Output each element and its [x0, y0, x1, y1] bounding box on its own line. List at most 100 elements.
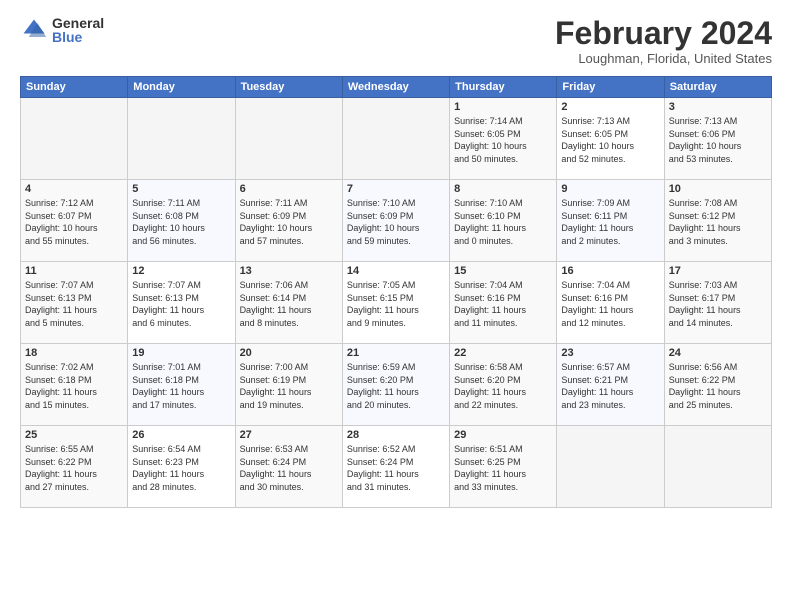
day-number: 2	[561, 101, 659, 113]
day-cell	[342, 98, 449, 180]
day-number: 29	[454, 429, 552, 441]
day-info: Sunrise: 6:57 AM Sunset: 6:21 PM Dayligh…	[561, 361, 659, 411]
day-cell: 7Sunrise: 7:10 AM Sunset: 6:09 PM Daylig…	[342, 180, 449, 262]
day-number: 28	[347, 429, 445, 441]
day-cell: 4 Sunrise: 7:12 AM Sunset: 6:07 PM Daylig…	[21, 180, 128, 262]
day-number: 21	[347, 347, 445, 359]
logo-blue: Blue	[52, 30, 104, 44]
day-info: Sunrise: 6:52 AM Sunset: 6:24 PM Dayligh…	[347, 443, 445, 493]
day-info: Sunrise: 7:04 AM Sunset: 6:16 PM Dayligh…	[561, 279, 659, 329]
calendar-table: SundayMondayTuesdayWednesdayThursdayFrid…	[20, 76, 772, 508]
day-cell: 12Sunrise: 7:07 AM Sunset: 6:13 PM Dayli…	[128, 262, 235, 344]
day-info: Sunrise: 6:55 AM Sunset: 6:22 PM Dayligh…	[25, 443, 123, 493]
day-info: Sunrise: 7:07 AM Sunset: 6:13 PM Dayligh…	[25, 279, 123, 329]
day-cell: 1 Sunrise: 7:14 AM Sunset: 6:05 PM Daylig…	[450, 98, 557, 180]
day-number: 5	[132, 183, 230, 195]
day-number: 13	[240, 265, 338, 277]
day-info: Sunrise: 6:59 AM Sunset: 6:20 PM Dayligh…	[347, 361, 445, 411]
day-info: Sunrise: 7:05 AM Sunset: 6:15 PM Dayligh…	[347, 279, 445, 329]
day-number: 22	[454, 347, 552, 359]
day-info: Sunrise: 6:54 AM Sunset: 6:23 PM Dayligh…	[132, 443, 230, 493]
day-number: 6	[240, 183, 338, 195]
day-cell	[235, 98, 342, 180]
day-info: Sunrise: 7:14 AM Sunset: 6:05 PM Dayligh…	[454, 115, 552, 165]
day-number: 1	[454, 101, 552, 113]
col-header-friday: Friday	[557, 77, 664, 98]
day-cell: 6Sunrise: 7:11 AM Sunset: 6:09 PM Daylig…	[235, 180, 342, 262]
day-cell: 22Sunrise: 6:58 AM Sunset: 6:20 PM Dayli…	[450, 344, 557, 426]
day-cell: 29 Sunrise: 6:51 AM Sunset: 6:25 PM Dayli…	[450, 426, 557, 508]
week-row-1: 1 Sunrise: 7:14 AM Sunset: 6:05 PM Daylig…	[21, 98, 772, 180]
col-header-sunday: Sunday	[21, 77, 128, 98]
day-number: 17	[669, 265, 767, 277]
day-cell	[128, 98, 235, 180]
day-info: Sunrise: 6:56 AM Sunset: 6:22 PM Dayligh…	[669, 361, 767, 411]
day-number: 26	[132, 429, 230, 441]
day-number: 24	[669, 347, 767, 359]
day-number: 23	[561, 347, 659, 359]
day-cell	[664, 426, 771, 508]
day-info: Sunrise: 7:13 AM Sunset: 6:05 PM Dayligh…	[561, 115, 659, 165]
day-cell: 26 Sunrise: 6:54 AM Sunset: 6:23 PM Dayli…	[128, 426, 235, 508]
col-header-thursday: Thursday	[450, 77, 557, 98]
title-area: February 2024 Loughman, Florida, United …	[555, 16, 772, 66]
col-header-tuesday: Tuesday	[235, 77, 342, 98]
day-cell: 11 Sunrise: 7:07 AM Sunset: 6:13 PM Dayli…	[21, 262, 128, 344]
day-cell: 14 Sunrise: 7:05 AM Sunset: 6:15 PM Dayli…	[342, 262, 449, 344]
col-header-saturday: Saturday	[664, 77, 771, 98]
day-number: 3	[669, 101, 767, 113]
page: General Blue February 2024 Loughman, Flo…	[0, 0, 792, 612]
logo: General Blue	[20, 16, 104, 44]
day-number: 11	[25, 265, 123, 277]
day-info: Sunrise: 7:03 AM Sunset: 6:17 PM Dayligh…	[669, 279, 767, 329]
day-cell: 13 Sunrise: 7:06 AM Sunset: 6:14 PM Dayli…	[235, 262, 342, 344]
day-cell: 10Sunrise: 7:08 AM Sunset: 6:12 PM Dayli…	[664, 180, 771, 262]
day-cell: 25Sunrise: 6:55 AM Sunset: 6:22 PM Dayli…	[21, 426, 128, 508]
day-cell: 21 Sunrise: 6:59 AM Sunset: 6:20 PM Dayli…	[342, 344, 449, 426]
day-number: 19	[132, 347, 230, 359]
day-cell: 17 Sunrise: 7:03 AM Sunset: 6:17 PM Dayli…	[664, 262, 771, 344]
day-number: 27	[240, 429, 338, 441]
day-info: Sunrise: 7:09 AM Sunset: 6:11 PM Dayligh…	[561, 197, 659, 247]
day-cell: 18 Sunrise: 7:02 AM Sunset: 6:18 PM Dayli…	[21, 344, 128, 426]
day-info: Sunrise: 6:51 AM Sunset: 6:25 PM Dayligh…	[454, 443, 552, 493]
day-info: Sunrise: 7:08 AM Sunset: 6:12 PM Dayligh…	[669, 197, 767, 247]
day-cell: 20Sunrise: 7:00 AM Sunset: 6:19 PM Dayli…	[235, 344, 342, 426]
day-info: Sunrise: 7:04 AM Sunset: 6:16 PM Dayligh…	[454, 279, 552, 329]
col-header-wednesday: Wednesday	[342, 77, 449, 98]
day-number: 9	[561, 183, 659, 195]
header-row: SundayMondayTuesdayWednesdayThursdayFrid…	[21, 77, 772, 98]
day-number: 4	[25, 183, 123, 195]
week-row-5: 25Sunrise: 6:55 AM Sunset: 6:22 PM Dayli…	[21, 426, 772, 508]
day-number: 7	[347, 183, 445, 195]
day-number: 8	[454, 183, 552, 195]
logo-general: General	[52, 16, 104, 30]
day-info: Sunrise: 7:06 AM Sunset: 6:14 PM Dayligh…	[240, 279, 338, 329]
day-cell: 19 Sunrise: 7:01 AM Sunset: 6:18 PM Dayli…	[128, 344, 235, 426]
day-cell: 23 Sunrise: 6:57 AM Sunset: 6:21 PM Dayli…	[557, 344, 664, 426]
location: Loughman, Florida, United States	[555, 51, 772, 66]
day-info: Sunrise: 7:12 AM Sunset: 6:07 PM Dayligh…	[25, 197, 123, 247]
day-cell: 5 Sunrise: 7:11 AM Sunset: 6:08 PM Daylig…	[128, 180, 235, 262]
day-cell	[21, 98, 128, 180]
day-cell: 27 Sunrise: 6:53 AM Sunset: 6:24 PM Dayli…	[235, 426, 342, 508]
day-number: 18	[25, 347, 123, 359]
logo-icon	[20, 16, 48, 44]
day-info: Sunrise: 6:53 AM Sunset: 6:24 PM Dayligh…	[240, 443, 338, 493]
week-row-4: 18 Sunrise: 7:02 AM Sunset: 6:18 PM Dayli…	[21, 344, 772, 426]
day-number: 12	[132, 265, 230, 277]
day-cell	[557, 426, 664, 508]
day-cell: 9 Sunrise: 7:09 AM Sunset: 6:11 PM Daylig…	[557, 180, 664, 262]
day-number: 15	[454, 265, 552, 277]
week-row-2: 4 Sunrise: 7:12 AM Sunset: 6:07 PM Daylig…	[21, 180, 772, 262]
day-number: 14	[347, 265, 445, 277]
day-cell: 2 Sunrise: 7:13 AM Sunset: 6:05 PM Daylig…	[557, 98, 664, 180]
day-number: 20	[240, 347, 338, 359]
day-info: Sunrise: 7:01 AM Sunset: 6:18 PM Dayligh…	[132, 361, 230, 411]
col-header-monday: Monday	[128, 77, 235, 98]
day-info: Sunrise: 7:11 AM Sunset: 6:08 PM Dayligh…	[132, 197, 230, 247]
day-cell: 16Sunrise: 7:04 AM Sunset: 6:16 PM Dayli…	[557, 262, 664, 344]
day-cell: 3Sunrise: 7:13 AM Sunset: 6:06 PM Daylig…	[664, 98, 771, 180]
day-cell: 24 Sunrise: 6:56 AM Sunset: 6:22 PM Dayli…	[664, 344, 771, 426]
day-info: Sunrise: 7:02 AM Sunset: 6:18 PM Dayligh…	[25, 361, 123, 411]
